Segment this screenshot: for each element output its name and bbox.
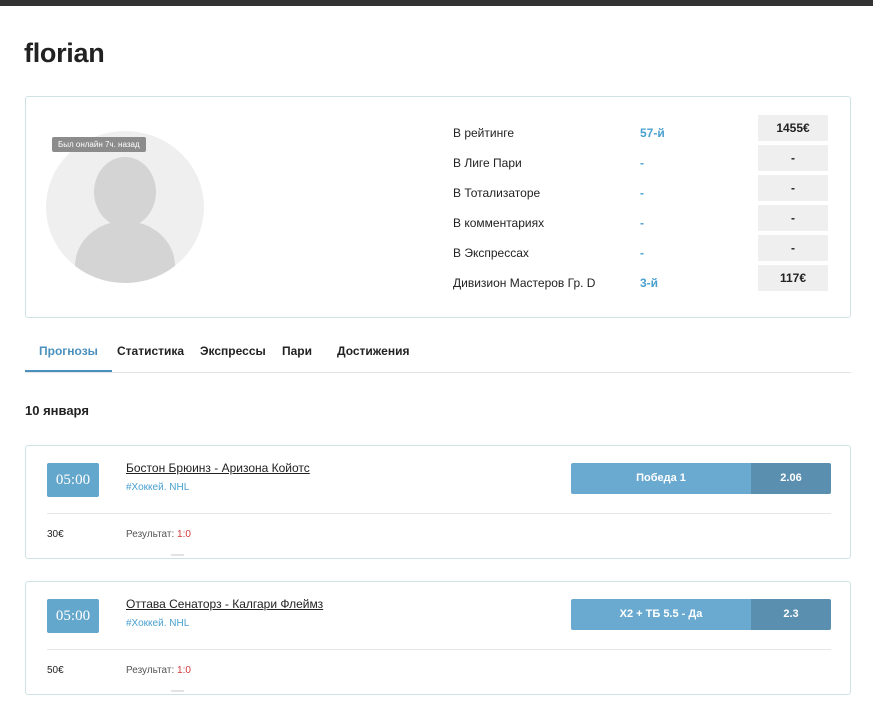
stat-rank-pari-league[interactable]: - — [640, 156, 644, 170]
avatar-body-shape — [75, 221, 175, 283]
stat-value-express: - — [758, 235, 828, 261]
match-time: 05:00 — [47, 599, 99, 633]
match-title-link[interactable]: Бостон Брюинз - Аризона Койотс — [126, 461, 310, 475]
profile-tabs: Прогнозы Статистика Экспрессы Пари Дости… — [25, 336, 851, 373]
tab-forecasts[interactable]: Прогнозы — [25, 336, 112, 372]
stat-rank-rating[interactable]: 57-й — [640, 126, 665, 140]
stat-label-rating: В рейтинге — [453, 126, 515, 140]
bet-bar: Победа 1 2.06 — [571, 463, 831, 494]
stat-label-pari-league: В Лиге Пари — [453, 156, 522, 170]
result-underline — [171, 554, 184, 556]
stat-value-masters-division: 117€ — [758, 265, 828, 291]
stat-rank-totalizator[interactable]: - — [640, 186, 644, 200]
top-bar — [0, 0, 873, 6]
tab-pari[interactable]: Пари — [282, 336, 312, 372]
match-card: 05:00 Бостон Брюинз - Аризона Койотс #Хо… — [25, 445, 851, 559]
profile-card: Был онлайн 7ч. назад В рейтинге 57-й 145… — [25, 96, 851, 318]
stake-amount: 30€ — [47, 529, 64, 540]
stat-label-masters-division: Дивизион Мастеров Гр. D — [453, 276, 596, 290]
result: Результат: 1:0 — [126, 665, 191, 676]
avatar-head-shape — [94, 157, 156, 227]
avatar — [46, 131, 204, 283]
stat-value-comments: - — [758, 205, 828, 231]
match-tag-link[interactable]: #Хоккей. NHL — [126, 618, 189, 629]
stat-rank-express[interactable]: - — [640, 246, 644, 260]
date-heading: 10 января — [25, 403, 89, 418]
match-time: 05:00 — [47, 463, 99, 497]
tab-statistics[interactable]: Статистика — [117, 336, 184, 372]
result-score: 1:0 — [177, 529, 191, 540]
bet-name: Х2 + ТБ 5.5 - Да — [571, 599, 751, 630]
stat-label-totalizator: В Тотализаторе — [453, 186, 541, 200]
stat-rank-masters-division[interactable]: 3-й — [640, 276, 658, 290]
stat-label-express: В Экспрессах — [453, 246, 529, 260]
tab-achievements[interactable]: Достижения — [337, 336, 409, 372]
bet-odds: 2.06 — [751, 463, 831, 494]
stat-value-totalizator: - — [758, 175, 828, 201]
match-tag-link[interactable]: #Хоккей. NHL — [126, 482, 189, 493]
match-card: 05:00 Оттава Сенаторз - Калгари Флеймз #… — [25, 581, 851, 695]
result-label: Результат: — [126, 665, 175, 676]
match-title-link[interactable]: Оттава Сенаторз - Калгари Флеймз — [126, 597, 323, 611]
stat-label-comments: В комментариях — [453, 216, 545, 230]
tab-expresses[interactable]: Экспрессы — [200, 336, 266, 372]
stat-value-pari-league: - — [758, 145, 828, 171]
online-status-badge: Был онлайн 7ч. назад — [52, 137, 146, 152]
result: Результат: 1:0 — [126, 529, 191, 540]
result-underline — [171, 690, 184, 692]
stat-rank-comments[interactable]: - — [640, 216, 644, 230]
page-title: florian — [24, 38, 105, 68]
card-divider — [47, 513, 831, 514]
result-score: 1:0 — [177, 665, 191, 676]
card-divider — [47, 649, 831, 650]
stake-amount: 50€ — [47, 665, 64, 676]
bet-name: Победа 1 — [571, 463, 751, 494]
stat-value-rating: 1455€ — [758, 115, 828, 141]
bet-bar: Х2 + ТБ 5.5 - Да 2.3 — [571, 599, 831, 630]
result-label: Результат: — [126, 529, 175, 540]
bet-odds: 2.3 — [751, 599, 831, 630]
